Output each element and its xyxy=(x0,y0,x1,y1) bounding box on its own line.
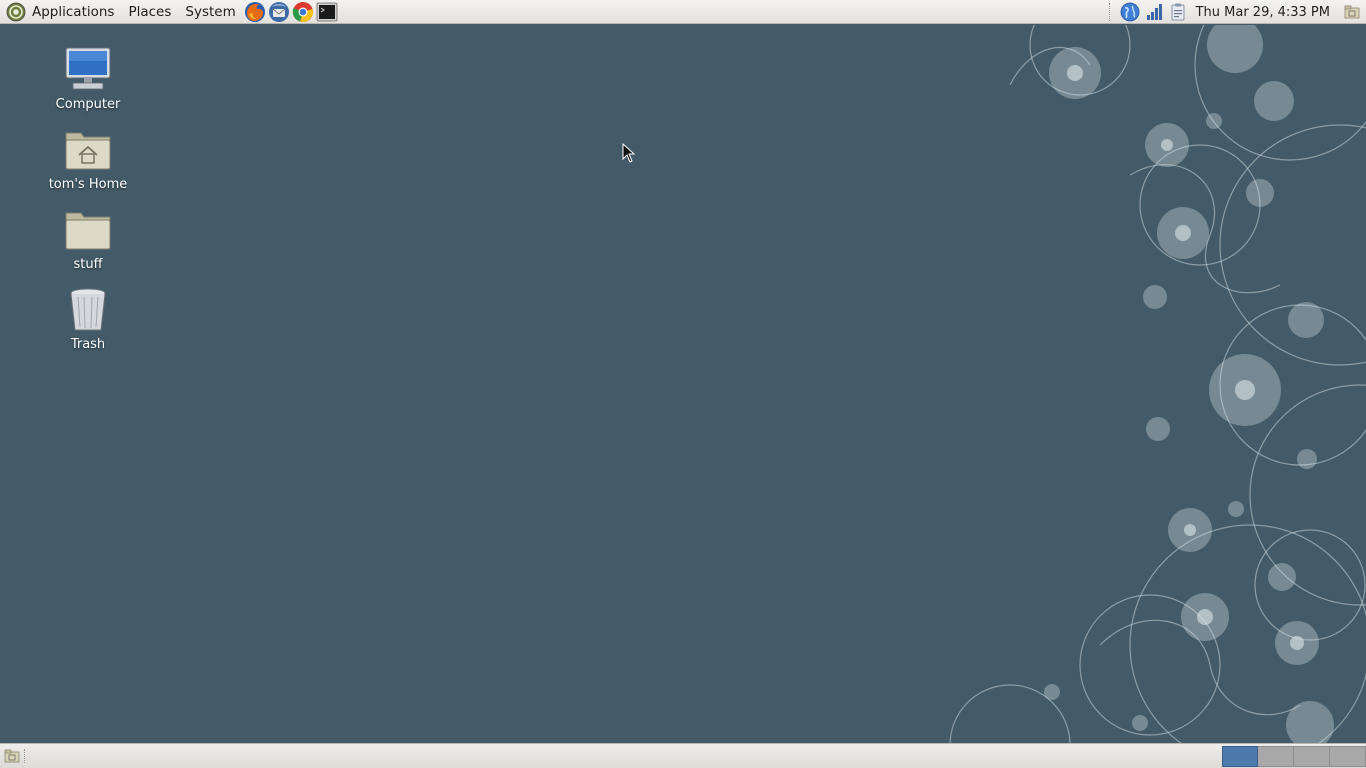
bottom-panel xyxy=(0,743,1366,768)
wallpaper-swirls xyxy=(949,25,1366,743)
applications-menu[interactable]: Applications xyxy=(0,0,121,24)
desktop-icon-computer[interactable]: Computer xyxy=(33,45,143,112)
desktop-icon-stuff[interactable]: stuff xyxy=(33,205,143,272)
terminal-launcher[interactable] xyxy=(316,1,338,23)
workspace-2[interactable] xyxy=(1258,746,1294,767)
desktop-icon-label: tom's Home xyxy=(48,177,128,192)
home-folder-icon xyxy=(65,132,111,170)
network-globe-icon[interactable] xyxy=(1120,2,1140,22)
applications-menu-label: Applications xyxy=(32,3,115,20)
panel-handle[interactable] xyxy=(24,749,27,763)
mouse-cursor-icon xyxy=(622,143,636,163)
terminal-icon xyxy=(316,2,338,21)
chrome-launcher[interactable] xyxy=(292,1,314,23)
gnome-foot-icon xyxy=(6,2,26,22)
places-menu-label: Places xyxy=(128,3,172,20)
desktop-icon-trash[interactable]: Trash xyxy=(33,285,143,352)
firefox-launcher[interactable] xyxy=(244,1,266,23)
clock[interactable]: Thu Mar 29, 4:33 PM xyxy=(1190,5,1340,20)
thunderbird-icon xyxy=(268,1,289,22)
system-menu[interactable]: System xyxy=(178,0,242,24)
folder-icon xyxy=(65,212,111,250)
places-menu[interactable]: Places xyxy=(121,0,178,24)
workspace-switcher[interactable] xyxy=(1222,746,1366,767)
trash-icon xyxy=(70,288,106,331)
signal-bars-icon[interactable] xyxy=(1144,2,1164,22)
show-desktop-icon[interactable] xyxy=(1342,2,1362,22)
workspace-4[interactable] xyxy=(1330,746,1366,767)
desktop-icon-label: Computer xyxy=(55,97,121,112)
thunderbird-launcher[interactable] xyxy=(268,1,290,23)
tray-separator xyxy=(1108,3,1112,21)
clipboard-notes-icon[interactable] xyxy=(1168,2,1188,22)
workspace-1[interactable] xyxy=(1222,746,1258,767)
desktop-icon-label: stuff xyxy=(73,257,103,272)
desktop-icon-home[interactable]: tom's Home xyxy=(33,125,143,192)
computer-icon xyxy=(65,47,111,90)
show-desktop-icon xyxy=(4,749,20,763)
firefox-icon xyxy=(244,1,265,22)
chrome-icon xyxy=(292,1,313,22)
workspace-3[interactable] xyxy=(1294,746,1330,767)
top-panel: Applications Places System Thu Mar 29, 4… xyxy=(0,0,1366,24)
desktop[interactable]: Computer tom's Home stuff Trash xyxy=(0,25,1366,743)
system-menu-label: System xyxy=(185,3,236,20)
desktop-icon-label: Trash xyxy=(70,337,106,352)
system-tray: Thu Mar 29, 4:33 PM xyxy=(1105,0,1366,24)
show-desktop-button[interactable] xyxy=(3,747,21,765)
